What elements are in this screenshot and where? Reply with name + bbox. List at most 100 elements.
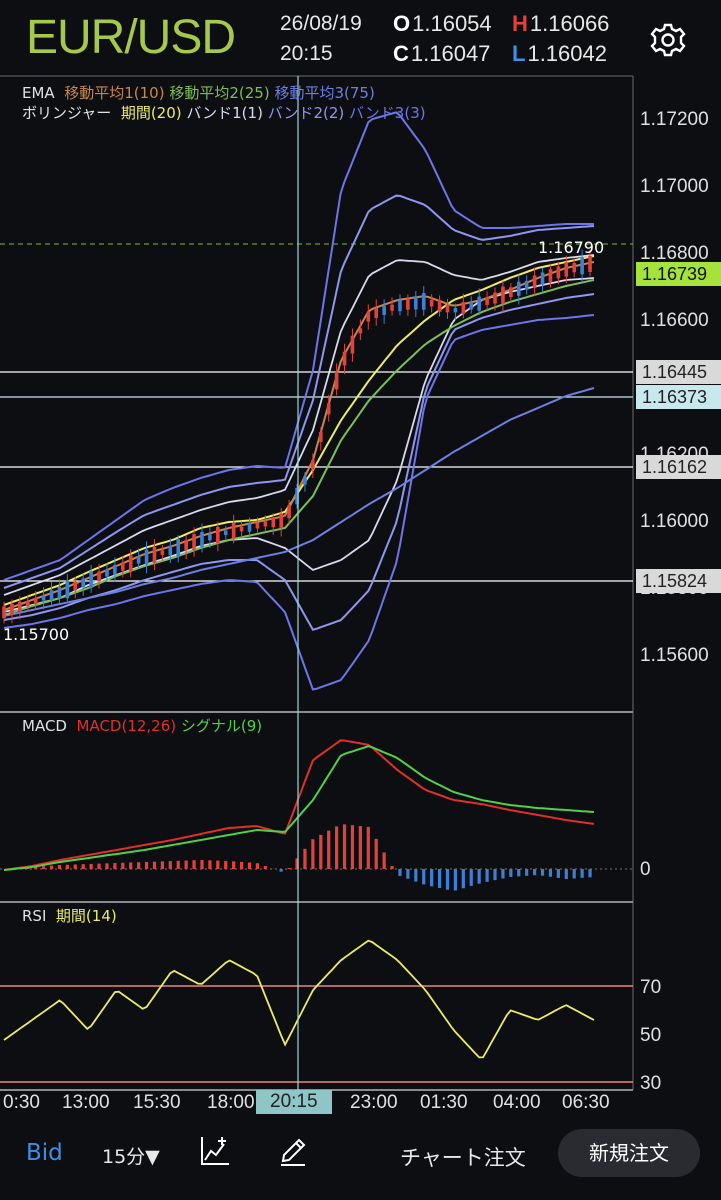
macd-histogram-bar xyxy=(216,860,220,869)
pencil-icon[interactable] xyxy=(276,1134,310,1168)
candle-body xyxy=(208,534,212,541)
macd-histogram-bar xyxy=(350,825,355,869)
candle-body xyxy=(382,305,386,315)
macd-histogram-bar xyxy=(255,863,260,869)
macd-histogram-bar xyxy=(311,839,315,869)
bollinger-band3-upper xyxy=(3,111,594,581)
macd-histogram-bar xyxy=(81,864,85,869)
candle-body xyxy=(239,526,244,532)
macd-histogram-bar xyxy=(121,862,125,869)
macd-histogram-bar xyxy=(129,862,133,869)
macd-histogram-bar xyxy=(57,865,62,869)
bid-toggle[interactable]: Bid xyxy=(26,1140,63,1166)
ema-legend[interactable]: EMA 移動平均1(10) 移動平均2(25) 移動平均3(75) xyxy=(22,82,375,103)
chart-area[interactable] xyxy=(0,0,721,1124)
rsi-legend[interactable]: RSI 期間(14) xyxy=(22,905,117,926)
macd-histogram-bar xyxy=(327,830,331,869)
macd-histogram-bar xyxy=(263,866,267,869)
macd-histogram-bar xyxy=(152,861,157,869)
candle-body xyxy=(41,595,46,601)
macd-histogram-bar xyxy=(49,865,54,869)
candle-body xyxy=(485,297,489,305)
candlestick-series xyxy=(2,249,592,624)
candle-body xyxy=(136,556,141,564)
macd-histogram-bar xyxy=(493,869,497,881)
candle-body xyxy=(540,272,545,285)
candle-body xyxy=(49,590,54,601)
candle-body xyxy=(18,601,22,612)
candle-body xyxy=(303,476,307,485)
macd-histogram-bar xyxy=(279,869,283,872)
macd-histogram-bar xyxy=(232,861,236,869)
ema2-line xyxy=(3,279,595,616)
level-tag[interactable]: 1.15824 xyxy=(636,569,721,593)
bollinger-legend[interactable]: ボリンジャー 期間(20) バンド1(1) バンド2(2) バンド3(3) xyxy=(22,102,426,123)
candle-body xyxy=(461,302,466,314)
time-axis-label: 01:30 xyxy=(420,1092,468,1113)
candle-body xyxy=(279,513,283,528)
macd-histogram-bar xyxy=(168,861,172,869)
macd-histogram-bar xyxy=(453,869,458,891)
candle-body xyxy=(255,522,260,529)
candle-body xyxy=(501,286,505,304)
macd-histogram-bar xyxy=(414,869,418,882)
macd-histogram-bar xyxy=(137,862,141,869)
macd-histogram-bar xyxy=(208,860,212,869)
macd-histogram-bar xyxy=(517,869,521,877)
candle-body xyxy=(263,521,268,527)
rsi-axis-label: 30 xyxy=(640,1073,662,1094)
candle-body xyxy=(231,522,236,539)
candle-body xyxy=(152,546,157,563)
time-axis-label: 23:00 xyxy=(350,1092,398,1113)
candle-body xyxy=(216,526,220,544)
macd-histogram-bar xyxy=(41,866,46,869)
indicator-icon[interactable] xyxy=(198,1134,232,1168)
macd-histogram-bar xyxy=(366,826,370,869)
candle-body xyxy=(120,562,125,571)
rsi-line xyxy=(3,939,595,1059)
macd-histogram-bar xyxy=(113,863,117,869)
macd-histogram-bar xyxy=(525,869,529,876)
macd-histogram-bar xyxy=(556,869,560,878)
candle-body xyxy=(271,517,276,528)
candle-body xyxy=(390,304,394,311)
macd-histogram-bar xyxy=(239,861,244,869)
candle-body xyxy=(374,307,379,319)
time-axis-label: 15:30 xyxy=(133,1092,181,1113)
candle-body xyxy=(326,403,331,415)
candle-body xyxy=(366,312,371,322)
macd-legend[interactable]: MACD MACD(12,26) シグナル(9) xyxy=(22,715,262,736)
macd-histogram-bar xyxy=(580,869,584,878)
macd-histogram-bar xyxy=(390,865,394,869)
macd-histogram-bar xyxy=(144,861,149,869)
crosshair-time-label: 20:15 xyxy=(256,1090,332,1114)
level-tag[interactable]: 1.16373 xyxy=(636,385,721,409)
macd-histogram-bar xyxy=(73,864,77,869)
candle-body xyxy=(414,296,418,310)
rsi-axis-label: 50 xyxy=(640,1025,662,1046)
level-tag[interactable]: 1.16445 xyxy=(636,360,721,384)
candle-body xyxy=(168,545,173,556)
rsi-axis-label: 70 xyxy=(640,977,662,998)
new-order-button[interactable]: 新規注文 xyxy=(558,1129,700,1177)
candle-body xyxy=(73,581,78,591)
bollinger-band2-upper xyxy=(3,194,595,589)
candle-body xyxy=(81,578,85,588)
time-axis-label: 13:00 xyxy=(62,1092,110,1113)
chart-order-button[interactable]: チャート注文 xyxy=(400,1142,526,1172)
macd-histogram-bar xyxy=(406,869,410,879)
level-tag[interactable]: 1.16162 xyxy=(636,455,721,479)
candle-body xyxy=(334,371,339,390)
candle-body xyxy=(311,460,315,470)
macd-histogram-bar xyxy=(105,863,109,869)
macd-histogram-bar xyxy=(97,863,101,869)
interval-select[interactable]: 15分▼ xyxy=(102,1142,160,1169)
macd-histogram-bar xyxy=(224,860,228,869)
macd-histogram-bar xyxy=(509,869,513,877)
candle-body xyxy=(57,586,62,599)
macd-histogram-bar xyxy=(540,869,545,876)
macd-histogram-bar xyxy=(445,869,450,890)
candle-body xyxy=(192,534,196,551)
time-axis-label: 0:30 xyxy=(3,1092,40,1113)
macd-histogram-bar xyxy=(319,834,323,869)
